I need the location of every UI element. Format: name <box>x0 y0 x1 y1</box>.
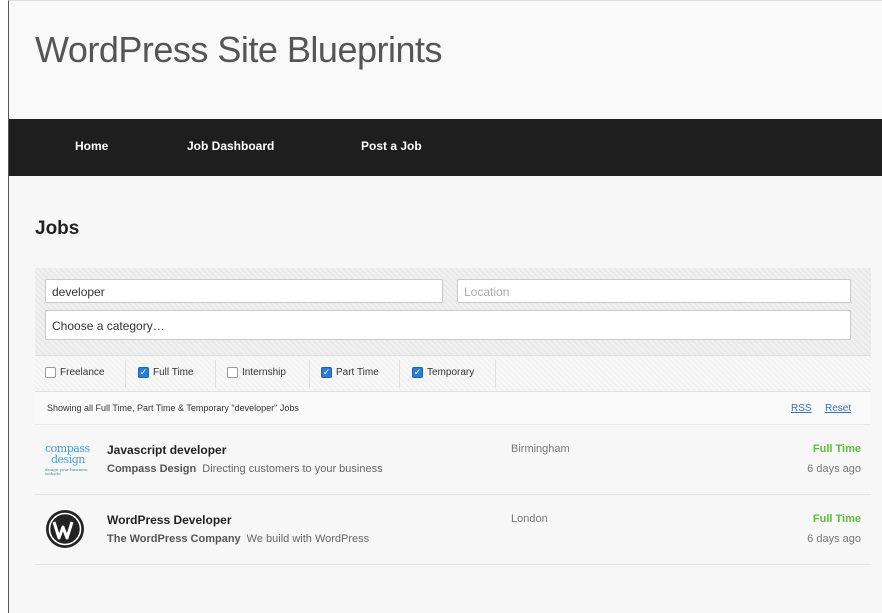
company-tagline: We build with WordPress <box>246 533 370 545</box>
job-type-label: Internship <box>242 367 286 378</box>
job-company: The WordPress Company We build with WordP… <box>107 533 369 545</box>
keywords-input[interactable]: developer <box>45 279 443 303</box>
company-name: The WordPress Company <box>107 533 241 545</box>
divider <box>399 360 400 388</box>
job-title[interactable]: WordPress Developer <box>107 513 232 527</box>
job-posted-date: 6 days ago <box>807 533 861 545</box>
category-select[interactable]: Choose a category… <box>45 310 851 340</box>
job-type-label: Temporary <box>427 367 475 378</box>
divider <box>215 360 216 388</box>
job-posted-date: 6 days ago <box>807 463 861 475</box>
job-type-internship[interactable]: Internship <box>227 367 286 378</box>
job-location: London <box>511 513 548 525</box>
checkbox-checked[interactable]: ✓ <box>138 367 149 378</box>
checkbox-checked[interactable]: ✓ <box>321 367 332 378</box>
job-type-label: Freelance <box>60 367 105 378</box>
checkbox-unchecked[interactable] <box>227 367 238 378</box>
nav-item-job-dashboard[interactable]: Job Dashboard <box>187 139 274 153</box>
location-input[interactable]: Location <box>457 279 851 303</box>
company-tagline: Directing customers to your business <box>202 463 383 475</box>
reset-link[interactable]: Reset <box>825 403 851 414</box>
company-name: Compass Design <box>107 463 197 475</box>
rss-link[interactable]: RSS <box>791 403 812 414</box>
job-company: Compass Design Directing customers to you… <box>107 463 383 475</box>
site-title[interactable]: WordPress Site Blueprints <box>35 29 443 71</box>
browser-page: WordPress Site Blueprints Home Job Dashb… <box>8 0 882 613</box>
job-type-label: Part Time <box>336 367 379 378</box>
main-navigation: Home Job Dashboard Post a Job <box>9 119 882 176</box>
job-listing[interactable]: WordPress Developer The WordPress Compan… <box>35 495 871 565</box>
job-type-temporary[interactable]: ✓ Temporary <box>412 367 474 378</box>
compass-design-logo: compass design design your business webs… <box>45 441 90 476</box>
results-summary-text: Showing all Full Time, Part Time & Tempo… <box>47 403 299 413</box>
divider <box>495 360 496 388</box>
job-title[interactable]: Javascript developer <box>107 443 226 457</box>
job-type-part-time[interactable]: ✓ Part Time <box>321 367 379 378</box>
results-summary-bar: Showing all Full Time, Part Time & Tempo… <box>35 392 871 425</box>
job-type-freelance[interactable]: Freelance <box>45 367 104 378</box>
job-type-filters: Freelance ✓ Full Time Internship ✓ Part … <box>35 356 871 392</box>
checkbox-unchecked[interactable] <box>45 367 56 378</box>
nav-item-home[interactable]: Home <box>75 139 108 153</box>
wordpress-logo-icon <box>45 509 85 549</box>
divider <box>309 360 310 388</box>
job-filters: developer Location Choose a category… <box>35 268 871 356</box>
checkbox-checked[interactable]: ✓ <box>412 367 423 378</box>
job-location: Birmingham <box>511 443 570 455</box>
divider <box>125 360 126 388</box>
nav-item-post-a-job[interactable]: Post a Job <box>361 139 422 153</box>
job-type-label: Full Time <box>153 367 194 378</box>
site-header: WordPress Site Blueprints <box>9 1 882 119</box>
job-type-badge: Full Time <box>812 513 861 525</box>
job-type-badge: Full Time <box>812 443 861 455</box>
job-listing[interactable]: compass design design your business webs… <box>35 425 871 495</box>
page-title: Jobs <box>35 218 80 239</box>
job-type-full-time[interactable]: ✓ Full Time <box>138 367 194 378</box>
